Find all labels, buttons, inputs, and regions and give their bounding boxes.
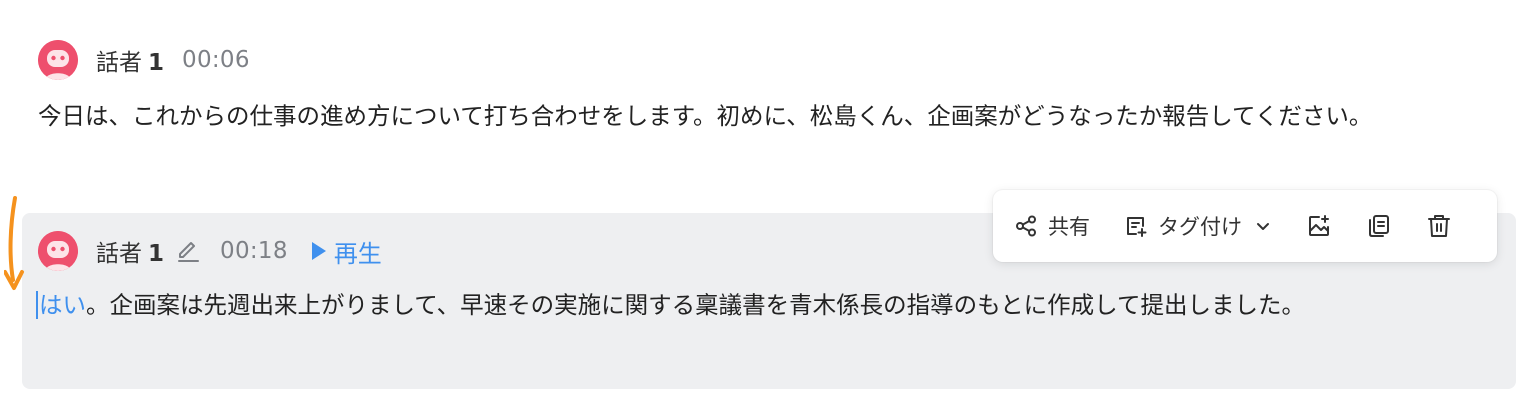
pencil-icon — [178, 242, 200, 262]
speaker-name: 話者 — [96, 241, 142, 267]
tag-dropdown[interactable]: タグ付け — [1124, 206, 1272, 246]
tag-icon — [1127, 217, 1147, 237]
delete-button[interactable] — [1426, 206, 1452, 246]
speaker-name: 話者 — [96, 50, 142, 76]
play-button[interactable]: 再生 — [311, 234, 382, 269]
tag-label: タグ付け — [1158, 215, 1242, 239]
speaker-number: 1 — [148, 241, 165, 267]
image-add-icon — [1309, 215, 1329, 236]
add-image-button[interactable] — [1306, 206, 1332, 246]
copy-button[interactable] — [1366, 206, 1392, 246]
segment-toolbar: 共有 タグ付け — [993, 190, 1497, 262]
share-icon — [1016, 215, 1036, 237]
highlighted-word[interactable]: はい — [36, 291, 86, 319]
speaker-number: 1 — [148, 50, 165, 76]
annotation-arrow-icon — [4, 196, 24, 290]
speaker-label: 話者 1 — [96, 43, 164, 77]
play-icon — [311, 242, 326, 260]
segment-text-rest[interactable]: 。企画案は先週出来上がりまして、早速その実施に関する稟議書を青木係長の指導のもと… — [86, 291, 1305, 319]
segment-text[interactable]: はい。企画案は先週出来上がりまして、早速その実施に関する稟議書を青木係長の指導の… — [36, 283, 1500, 328]
share-label: 共有 — [1048, 215, 1090, 239]
avatar — [38, 231, 78, 271]
copy-icon — [1369, 215, 1389, 237]
chevron-down-icon — [1257, 223, 1269, 230]
segment-text[interactable]: 今日は、これからの仕事の進め方について打ち合わせをします。初めに、松島くん、企画… — [38, 94, 1500, 139]
segment-header: 話者 1 00:06 — [38, 40, 1500, 80]
avatar — [38, 40, 78, 80]
edit-speaker-button[interactable] — [174, 237, 202, 265]
timestamp[interactable]: 00:18 — [220, 238, 288, 264]
share-button[interactable]: 共有 — [1014, 206, 1090, 246]
play-label: 再生 — [333, 239, 382, 268]
timestamp[interactable]: 00:06 — [182, 47, 250, 73]
trash-icon — [1428, 215, 1450, 237]
transcript-segment[interactable]: 話者 1 00:06 今日は、これからの仕事の進め方について打ち合わせをします。初… — [22, 30, 1516, 190]
speaker-label: 話者 1 — [96, 234, 164, 268]
